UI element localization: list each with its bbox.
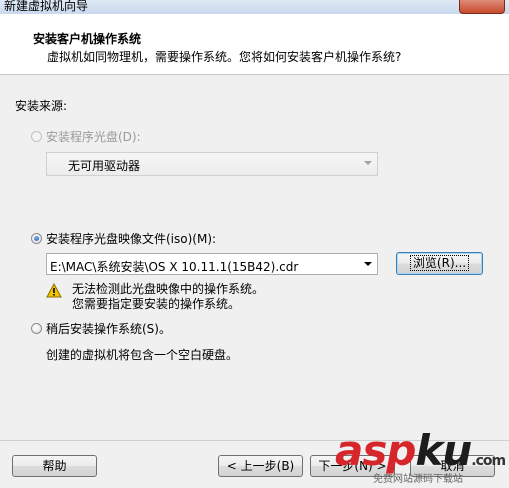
back-button-label: < 上一步(B): [226, 459, 295, 473]
disc-drive-select[interactable]: 无可用驱动器: [46, 152, 378, 176]
chevron-down-icon: [364, 161, 372, 165]
browse-button[interactable]: 浏览(R)...: [396, 252, 483, 275]
page-title: 安装客户机操作系统: [33, 32, 142, 46]
chevron-down-icon[interactable]: [364, 262, 372, 266]
site-watermark: aspku.com 免费网站源码下载站: [335, 432, 507, 488]
browse-button-label: 浏览(R)...: [409, 255, 470, 271]
wizard-header: 安装客户机操作系统 虚拟机如同物理机，需要操作系统。您将如何安装客户机操作系统?: [0, 14, 509, 75]
install-later-description: 创建的虚拟机将包含一个空白硬盘。: [46, 348, 239, 362]
iso-warning-line2: 您需要指定要安装的操作系统。: [72, 297, 241, 311]
disc-drive-value: 无可用驱动器: [68, 159, 141, 173]
iso-path-combobox[interactable]: E:\MAC\系统安装\OS X 10.11.1(15B42).cdr: [46, 253, 378, 275]
iso-radio-label[interactable]: 安装程序光盘映像文件(iso)(M):: [46, 230, 216, 247]
help-button[interactable]: 帮助: [12, 455, 97, 477]
install-source-label: 安装来源:: [15, 99, 68, 113]
disc-radio[interactable]: [31, 131, 42, 142]
window-titlebar[interactable]: 新建虚拟机向导: [0, 0, 509, 14]
iso-path-value: E:\MAC\系统安装\OS X 10.11.1(15B42).cdr: [50, 260, 299, 274]
page-subtitle: 虚拟机如同物理机，需要操作系统。您将如何安装客户机操作系统?: [47, 50, 402, 64]
window-title: 新建虚拟机向导: [4, 0, 89, 13]
install-later-label[interactable]: 稍后安装操作系统(S)。: [46, 320, 171, 337]
help-button-label: 帮助: [42, 459, 67, 473]
watermark-logo: aspku.com: [335, 432, 506, 475]
warning-icon: [46, 283, 62, 298]
back-button[interactable]: < 上一步(B): [218, 455, 303, 477]
close-window-button[interactable]: [459, 0, 505, 14]
disc-radio-label[interactable]: 安装程序光盘(D):: [46, 128, 141, 145]
iso-radio[interactable]: [31, 233, 42, 244]
watermark-tagline: 免费网站源码下载站: [373, 474, 463, 485]
install-later-radio[interactable]: [31, 323, 42, 334]
iso-warning-line1: 无法检测此光盘映像中的操作系统。: [72, 282, 265, 296]
